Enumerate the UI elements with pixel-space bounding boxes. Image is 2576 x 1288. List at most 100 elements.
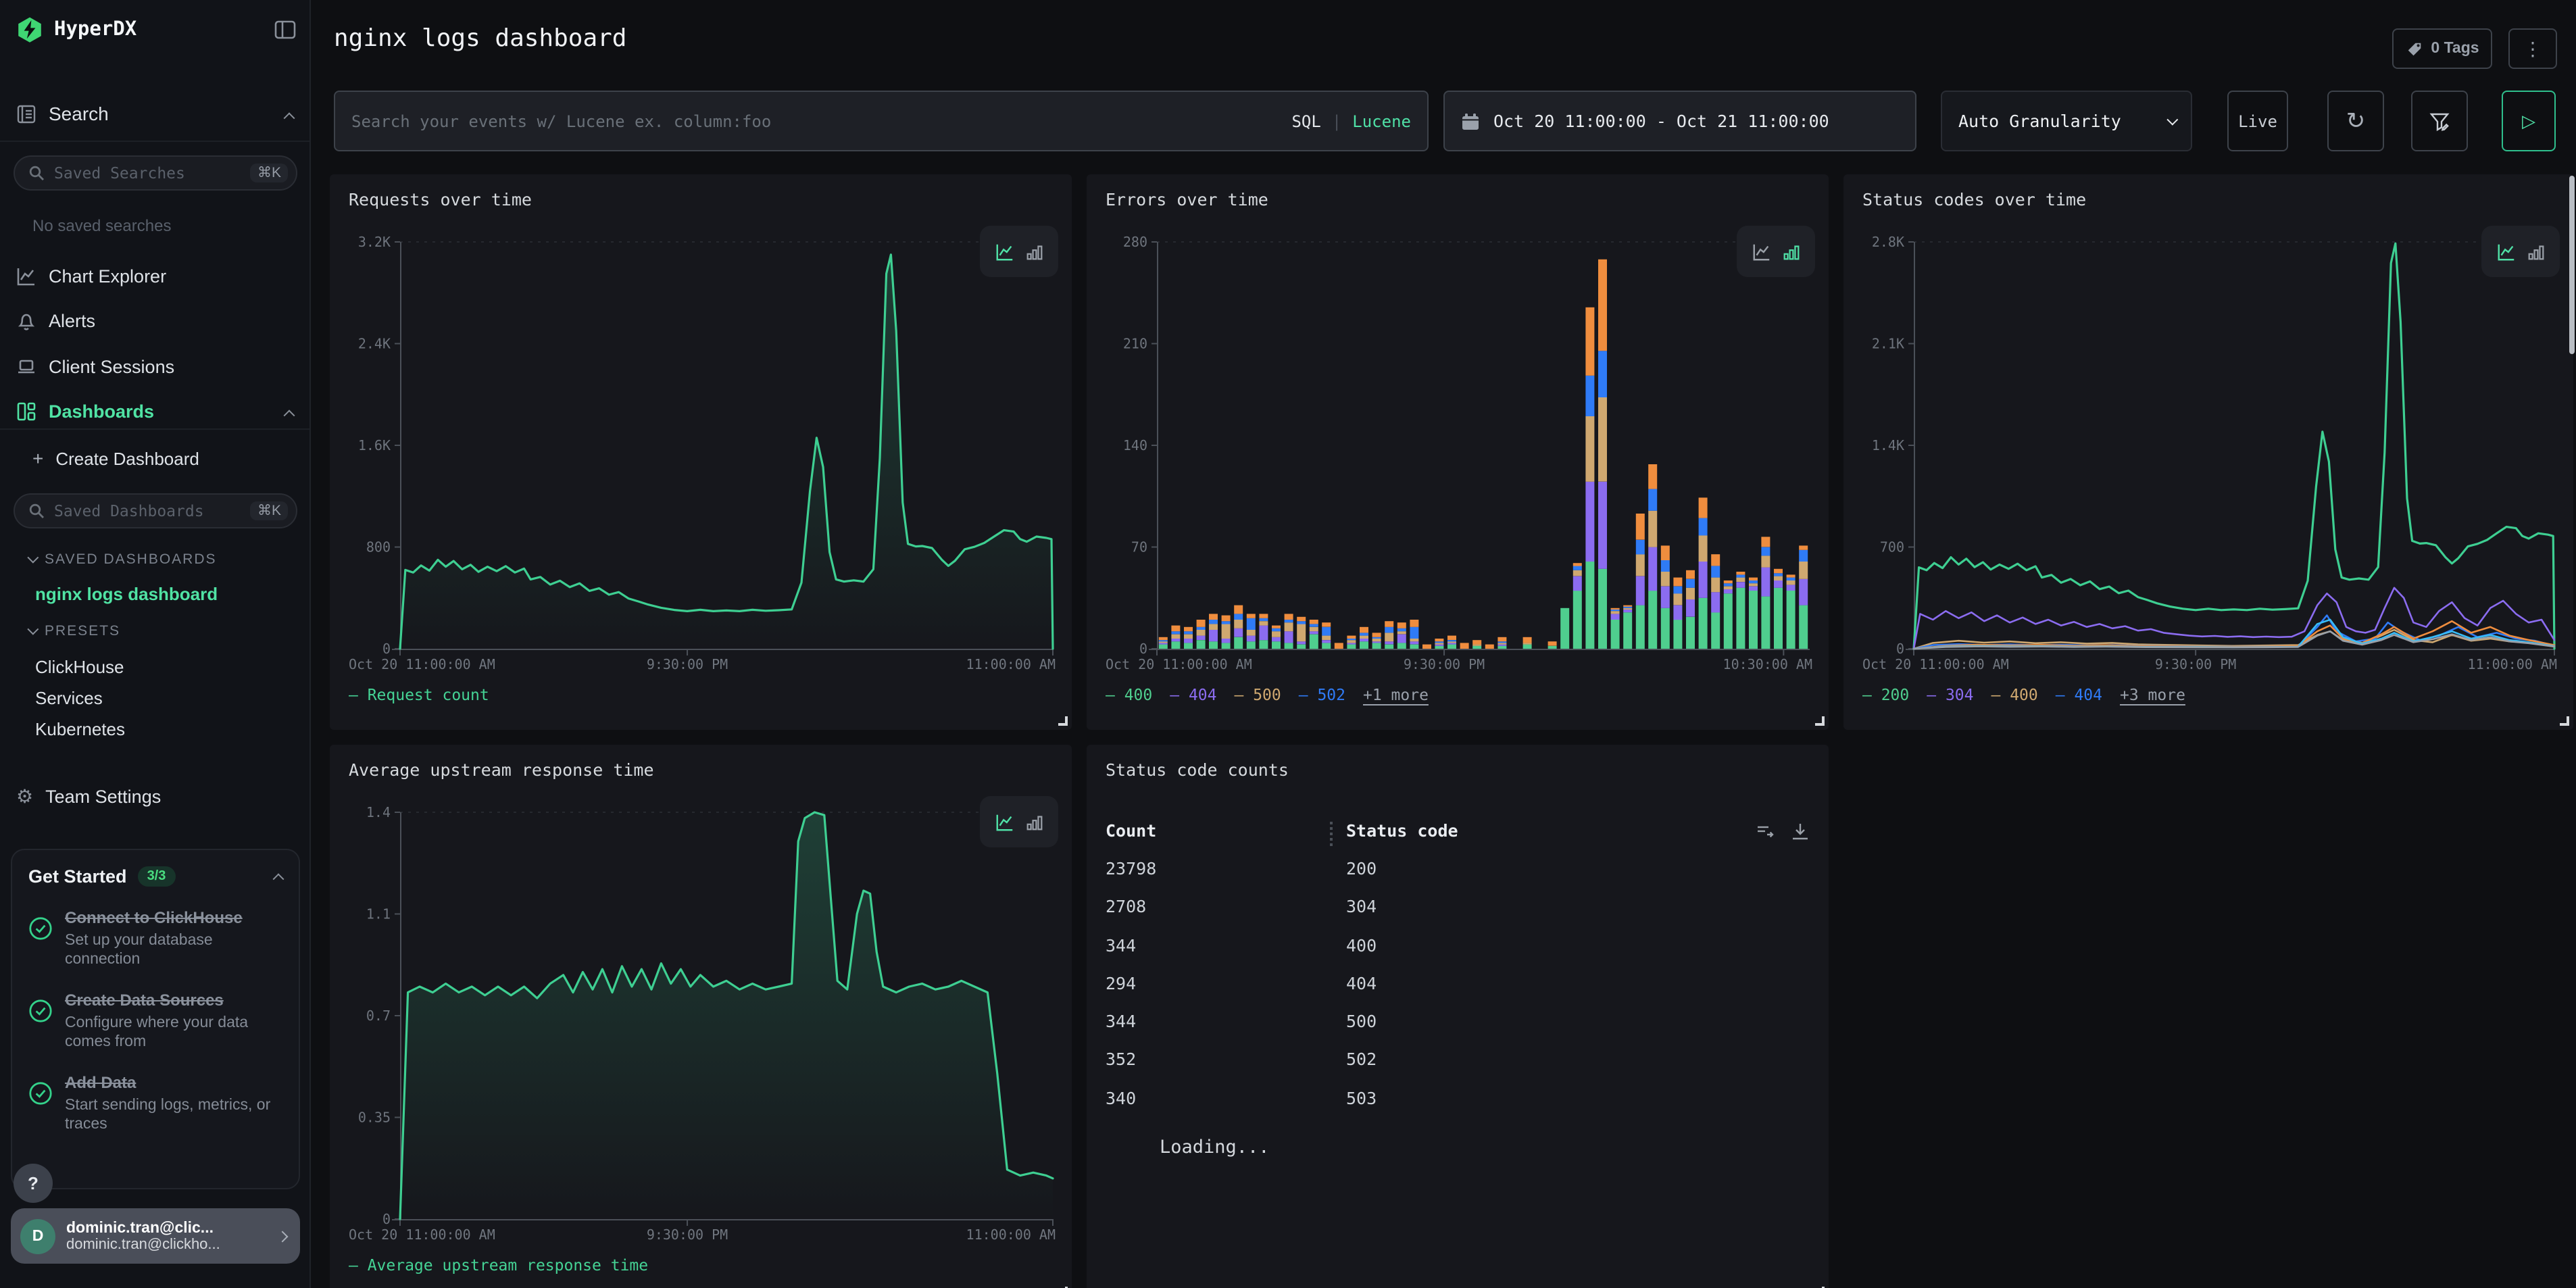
- shortcut-badge: ⌘K: [251, 501, 288, 520]
- legend-item[interactable]: — 400: [1991, 685, 2038, 704]
- get-started-step[interactable]: Add Data Start sending logs, metrics, or…: [28, 1070, 282, 1135]
- table-row[interactable]: 352502: [1106, 1049, 1810, 1088]
- chart-legend: — 200 — 304 — 400 — 404 +3 more: [1862, 685, 2560, 704]
- legend-item[interactable]: — 200: [1862, 685, 1909, 704]
- help-button[interactable]: ?: [14, 1164, 53, 1203]
- search-placeholder: Search your events w/ Lucene ex. column:…: [351, 112, 1291, 130]
- run-query-button[interactable]: ▷: [2502, 91, 2556, 151]
- x-axis-labels: Oct 20 11:00:00 AM 9:30:00 PM 11:00:00 A…: [1843, 658, 2573, 677]
- step-desc: Configure where your data comes from: [65, 1014, 282, 1053]
- brand-name: HyperDX: [54, 19, 264, 41]
- tags-button[interactable]: 0 Tags: [2392, 28, 2492, 69]
- legend-more-link[interactable]: +3 more: [2120, 685, 2185, 704]
- step-title: Connect to ClickHouse: [65, 908, 243, 927]
- download-icon[interactable]: [1791, 822, 1810, 841]
- user-name: dominic.tran@clic...: [66, 1220, 268, 1236]
- more-menu-button[interactable]: ⋮: [2508, 28, 2557, 69]
- sidebar-item-team-settings[interactable]: ⚙ Team Settings: [16, 785, 293, 808]
- user-email: dominic.tran@clickho...: [66, 1236, 268, 1252]
- refresh-button[interactable]: ↻: [2327, 91, 2384, 151]
- sidebar: HyperDX Search Saved Searches ⌘K No save…: [0, 0, 311, 1288]
- column-header-status-code[interactable]: Status code: [1346, 820, 1458, 841]
- line-chart-icon: [994, 241, 1014, 262]
- lucene-toggle[interactable]: Lucene: [1352, 112, 1411, 130]
- live-button[interactable]: Live: [2227, 91, 2288, 151]
- user-menu[interactable]: D dominic.tran@clic... dominic.tran@clic…: [11, 1208, 300, 1264]
- saved-dashboards-input[interactable]: Saved Dashboards ⌘K: [14, 493, 297, 528]
- table-row[interactable]: 294404: [1106, 973, 1810, 1012]
- sidebar-item-dashboards[interactable]: Dashboards: [16, 391, 293, 431]
- cell-status-code: 502: [1346, 1049, 1377, 1070]
- search-icon: [28, 503, 45, 519]
- table-row[interactable]: 340503: [1106, 1088, 1810, 1126]
- sidebar-item-client-sessions[interactable]: Client Sessions: [16, 346, 293, 387]
- saved-searches-input[interactable]: Saved Searches ⌘K: [14, 155, 297, 191]
- get-started-step[interactable]: Connect to ClickHouse Set up your databa…: [28, 906, 282, 970]
- legend-item[interactable]: — 304: [1927, 685, 1973, 704]
- resize-handle[interactable]: [2560, 716, 2569, 726]
- column-header-count[interactable]: Count: [1106, 820, 1156, 841]
- check-circle-icon: [28, 906, 53, 970]
- sidebar-item-services[interactable]: Services: [35, 688, 103, 708]
- sidebar-section-search[interactable]: Search: [16, 103, 293, 124]
- sidebar-item-alerts[interactable]: Alerts: [16, 300, 293, 341]
- table-row[interactable]: 23798200: [1106, 858, 1810, 897]
- cell-status-code: 400: [1346, 935, 1377, 955]
- bar-chart-icon: [2525, 241, 2546, 262]
- legend-item[interactable]: — Average upstream response time: [349, 1256, 648, 1274]
- sidebar-item-chart-explorer[interactable]: Chart Explorer: [16, 255, 293, 296]
- column-settings-icon[interactable]: [1756, 822, 1775, 841]
- chart-type-toggle[interactable]: [1737, 226, 1815, 277]
- table-row[interactable]: 344500: [1106, 1011, 1810, 1049]
- sidebar-item-label: Chart Explorer: [49, 266, 166, 286]
- table-row[interactable]: 2708304: [1106, 897, 1810, 935]
- chevron-up-icon[interactable]: [273, 873, 284, 885]
- column-resize-handle[interactable]: [1330, 822, 1333, 846]
- panel-status-code-counts: Status code counts Count Status code 237…: [1087, 745, 1829, 1288]
- chart-canvas: 00.350.71.11.4: [330, 799, 1072, 1229]
- date-range-picker[interactable]: Oct 20 11:00:00 - Oct 21 11:00:00: [1443, 91, 1916, 151]
- resize-handle[interactable]: [1815, 716, 1825, 726]
- panel-requests-over-time: Requests over time 08001.6K2.4K3.2K Oct …: [330, 174, 1072, 730]
- chart-explorer-icon: [16, 266, 36, 286]
- chart-legend: — Request count: [349, 685, 1058, 704]
- sidebar-item-clickhouse[interactable]: ClickHouse: [35, 657, 124, 677]
- get-started-step[interactable]: Create Data Sources Configure where your…: [28, 988, 282, 1053]
- get-started-progress-badge: 3/3: [138, 866, 176, 886]
- legend-item[interactable]: — 404: [1170, 685, 1216, 704]
- legend-item[interactable]: — 404: [2056, 685, 2102, 704]
- svg-text:0.35: 0.35: [358, 1110, 391, 1126]
- legend-item[interactable]: — 400: [1106, 685, 1152, 704]
- calendar-icon: [1461, 112, 1480, 130]
- sidebar-item-kubernetes[interactable]: Kubernetes: [35, 719, 125, 739]
- chart-type-toggle[interactable]: [980, 226, 1058, 277]
- svg-text:3.2K: 3.2K: [358, 234, 391, 250]
- svg-text:800: 800: [366, 539, 391, 555]
- scrollbar-thumb[interactable]: [2569, 176, 2575, 354]
- sql-toggle[interactable]: SQL: [1291, 112, 1320, 130]
- saved-dashboards-header[interactable]: SAVED DASHBOARDS: [27, 551, 217, 568]
- cell-status-code: 200: [1346, 858, 1377, 878]
- granularity-select[interactable]: Auto Granularity: [1941, 91, 2192, 151]
- create-dashboard-button[interactable]: + Create Dashboard: [32, 447, 293, 469]
- table-row[interactable]: 344400: [1106, 935, 1810, 973]
- presets-header[interactable]: PRESETS: [27, 623, 120, 639]
- chart-type-toggle[interactable]: [2481, 226, 2560, 277]
- legend-item[interactable]: — 500: [1235, 685, 1281, 704]
- legend-item[interactable]: — Request count: [349, 685, 489, 704]
- legend-more-link[interactable]: +1 more: [1363, 685, 1429, 704]
- event-search-input[interactable]: Search your events w/ Lucene ex. column:…: [334, 91, 1429, 151]
- cell-status-code: 503: [1346, 1088, 1377, 1108]
- filter-button[interactable]: [2411, 91, 2468, 151]
- chart-type-toggle[interactable]: [980, 796, 1058, 847]
- laptop-icon: [16, 356, 36, 376]
- plus-icon: +: [32, 447, 43, 469]
- svg-text:1.1: 1.1: [366, 906, 391, 922]
- legend-item[interactable]: — 502: [1299, 685, 1345, 704]
- team-settings-label: Team Settings: [45, 787, 161, 807]
- gear-icon: ⚙: [16, 785, 33, 808]
- resize-handle[interactable]: [1058, 716, 1068, 726]
- svg-text:0: 0: [382, 1211, 391, 1227]
- collapse-sidebar-icon[interactable]: [274, 20, 296, 39]
- sidebar-item-nginx-logs-dashboard[interactable]: nginx logs dashboard: [35, 584, 218, 604]
